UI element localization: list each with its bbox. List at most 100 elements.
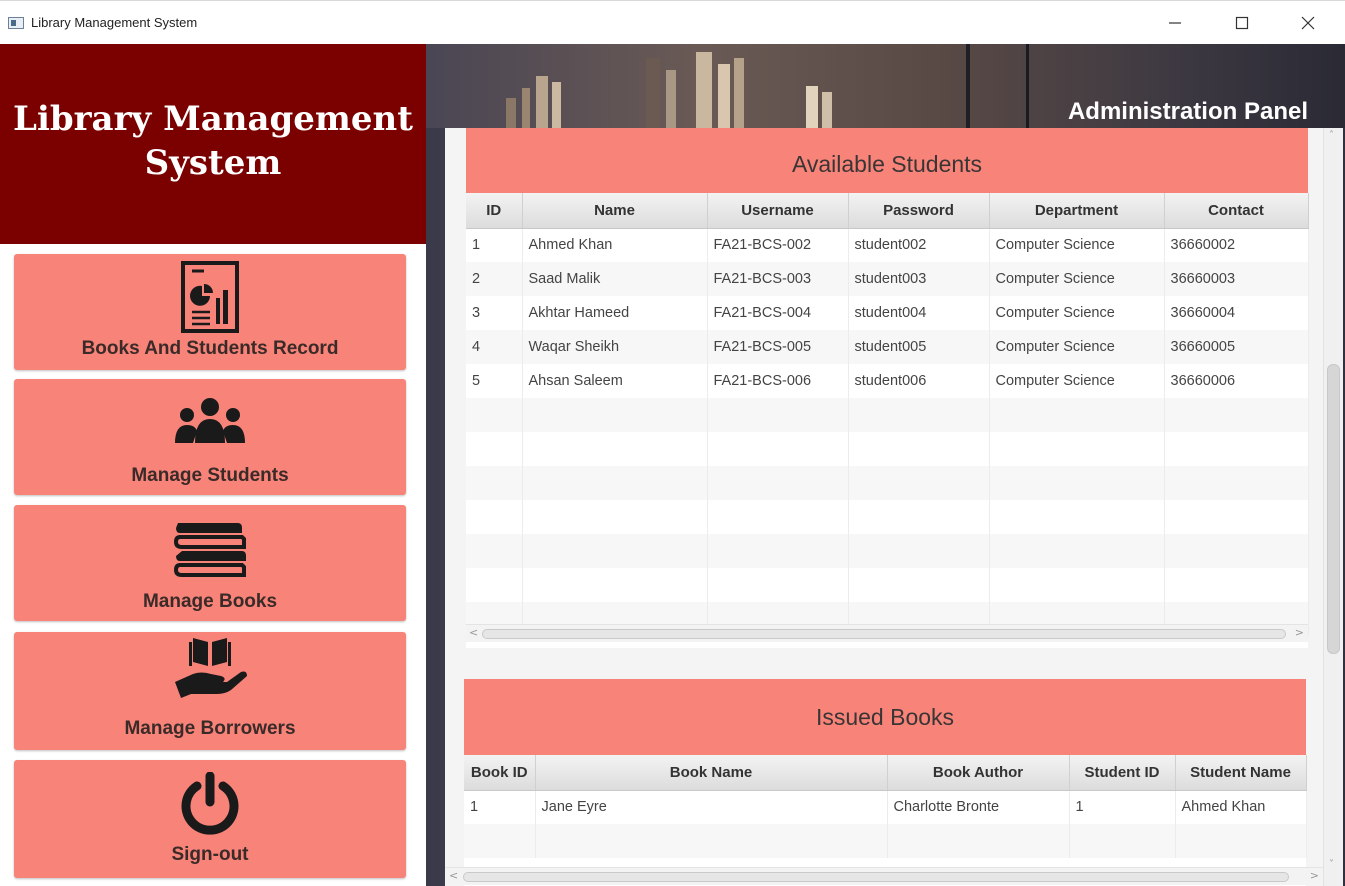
- window-titlebar: Library Management System: [0, 0, 1345, 44]
- scroll-right-icon[interactable]: >: [1295, 626, 1304, 639]
- table-cell: [466, 500, 523, 534]
- table-cell: [535, 824, 888, 858]
- table-cell: student002: [848, 228, 990, 262]
- nav-label: Manage Books: [142, 591, 278, 612]
- admin-panel-title: Administration Panel: [1067, 98, 1308, 125]
- table-cell: [522, 568, 708, 602]
- minimize-button[interactable]: [1145, 1, 1205, 45]
- table-cell: [466, 398, 523, 432]
- table-cell: 1: [464, 790, 536, 824]
- table-cell: [522, 534, 708, 568]
- table-cell: [466, 534, 523, 568]
- student-row[interactable]: 2 Saad Malik FA21-BCS-003 student003 Compute…: [466, 262, 1309, 296]
- nav-label: Books And Students Record: [81, 338, 339, 359]
- window-title: Library Management System: [31, 15, 198, 30]
- table-cell: 5: [466, 364, 523, 398]
- table-cell: Akhtar Hameed: [522, 296, 708, 330]
- table-cell: [466, 432, 523, 466]
- column-header[interactable]: Book Author: [887, 755, 1070, 791]
- main-vertical-scrollbar[interactable]: ˄ ˅: [1323, 128, 1343, 886]
- student-row[interactable]: [466, 398, 1309, 432]
- scroll-right-icon[interactable]: >: [1310, 869, 1319, 882]
- content-panel: Available Students ID Name Username Passwor…: [445, 128, 1325, 886]
- table-cell: [1164, 534, 1309, 568]
- table-cell: 1: [466, 228, 523, 262]
- column-header[interactable]: Contact: [1164, 193, 1309, 229]
- sidebar: Library Management System Books And Stud…: [0, 44, 426, 886]
- power-icon: [181, 772, 239, 835]
- scroll-left-icon[interactable]: <: [469, 626, 478, 639]
- book-hand-icon: [175, 638, 247, 698]
- table-cell: [887, 824, 1070, 858]
- issued-books-table[interactable]: Book ID Book Name Book Author Student ID Stu…: [464, 755, 1307, 858]
- nav-label: Sign-out: [171, 844, 249, 865]
- table-cell: FA21-BCS-005: [707, 330, 849, 364]
- table-cell: 36660004: [1164, 296, 1309, 330]
- table-cell: 36660005: [1164, 330, 1309, 364]
- table-cell: [1164, 466, 1309, 500]
- issued-book-row[interactable]: 1 Jane Eyre Charlotte Bronte 1 Ahmed Khan: [464, 790, 1307, 824]
- main-area: Administration Panel Available Students …: [426, 44, 1345, 886]
- table-cell: Computer Science: [989, 330, 1165, 364]
- column-header[interactable]: Book ID: [464, 755, 536, 791]
- close-button[interactable]: [1278, 1, 1338, 45]
- column-header[interactable]: Password: [848, 193, 990, 229]
- nav-label: Manage Borrowers: [124, 718, 296, 739]
- column-header[interactable]: Department: [989, 193, 1165, 229]
- nav-manage-borrowers[interactable]: Manage Borrowers: [14, 632, 406, 750]
- nav-manage-books[interactable]: Manage Books: [14, 505, 406, 621]
- table-cell: Saad Malik: [522, 262, 708, 296]
- table-cell: Jane Eyre: [535, 790, 888, 824]
- table-cell: [989, 466, 1165, 500]
- student-row[interactable]: [466, 432, 1309, 466]
- student-row[interactable]: [466, 466, 1309, 500]
- table-cell: [989, 398, 1165, 432]
- column-header[interactable]: Student ID: [1069, 755, 1176, 791]
- students-horizontal-scrollbar[interactable]: < >: [466, 624, 1308, 642]
- table-cell: [707, 466, 849, 500]
- nav-sign-out[interactable]: Sign-out: [14, 760, 406, 878]
- report-chart-icon: [181, 261, 239, 333]
- table-cell: [1175, 824, 1307, 858]
- table-cell: [522, 432, 708, 466]
- table-cell: student005: [848, 330, 990, 364]
- issued-book-row[interactable]: [464, 824, 1307, 858]
- student-row[interactable]: 4 Waqar Sheikh FA21-BCS-005 student005 Compu…: [466, 330, 1309, 364]
- brand-title-line2: System: [144, 143, 282, 183]
- students-table[interactable]: ID Name Username Password Department Contact …: [466, 193, 1309, 636]
- maximize-button[interactable]: [1212, 1, 1272, 45]
- table-cell: Computer Science: [989, 228, 1165, 262]
- student-row[interactable]: 1 Ahmed Khan FA21-BCS-002 student002 Compute…: [466, 228, 1309, 262]
- table-cell: [707, 500, 849, 534]
- student-row[interactable]: [466, 568, 1309, 602]
- table-cell: 4: [466, 330, 523, 364]
- issued-horizontal-scrollbar[interactable]: < >: [445, 867, 1325, 885]
- column-header[interactable]: Name: [522, 193, 708, 229]
- brand-title-line1: Library Management: [13, 99, 413, 139]
- scrollbar-thumb[interactable]: [482, 629, 1286, 639]
- scrollbar-thumb[interactable]: [1327, 364, 1340, 654]
- minimize-icon: [1169, 22, 1181, 24]
- issued-books-panel: Issued Books Book ID Book Name Book Author…: [445, 679, 1325, 886]
- scroll-up-icon[interactable]: ˄: [1329, 130, 1334, 141]
- table-cell: [707, 398, 849, 432]
- table-cell: [1164, 568, 1309, 602]
- scrollbar-thumb[interactable]: [463, 872, 1289, 882]
- student-row[interactable]: [466, 534, 1309, 568]
- table-cell: 3: [466, 296, 523, 330]
- table-cell: 36660002: [1164, 228, 1309, 262]
- student-row[interactable]: 3 Akhtar Hameed FA21-BCS-004 student004 Comp…: [466, 296, 1309, 330]
- table-cell: Ahsan Saleem: [522, 364, 708, 398]
- column-header[interactable]: Book Name: [535, 755, 888, 791]
- nav-books-students-record[interactable]: Books And Students Record: [14, 254, 406, 370]
- column-header[interactable]: Student Name: [1175, 755, 1307, 791]
- column-header[interactable]: ID: [466, 193, 523, 229]
- student-row[interactable]: [466, 500, 1309, 534]
- column-header[interactable]: Username: [707, 193, 849, 229]
- student-row[interactable]: 5 Ahsan Saleem FA21-BCS-006 student006 Compu…: [466, 364, 1309, 398]
- nav-manage-students[interactable]: Manage Students: [14, 379, 406, 495]
- scroll-left-icon[interactable]: <: [449, 869, 458, 882]
- table-cell: [1164, 500, 1309, 534]
- scroll-down-icon[interactable]: ˅: [1329, 859, 1334, 870]
- users-group-icon: [175, 398, 245, 443]
